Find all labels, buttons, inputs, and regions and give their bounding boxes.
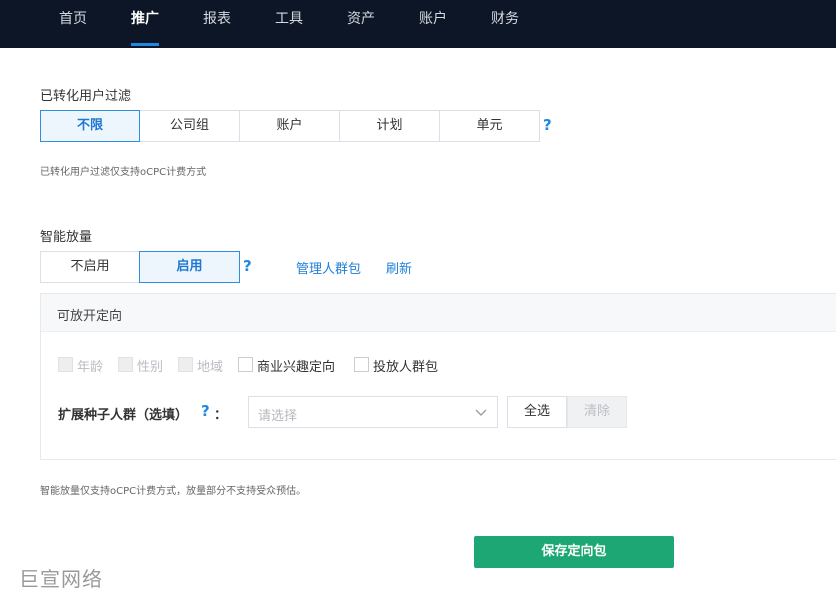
converted-filter-title: 已转化用户过滤 [40,89,132,104]
checkbox-gender-label: 性别 [137,360,164,375]
select-placeholder: 请选择 [258,409,298,424]
converted-filter-hint: 已转化用户过滤仅支持oCPC计费方式 [40,167,207,178]
clear-button: 清除 [567,396,627,428]
manage-audience-link[interactable]: 管理人群包 [296,258,361,277]
top-nav-bar: 首页 推广 报表 工具 资产 账户 财务 [0,0,836,48]
checkbox-region-label: 地域 [197,360,224,375]
smart-expansion-hint: 智能放量仅支持oCPC计费方式，放量部分不支持受众预估。 [40,486,307,497]
checkbox-business-interest[interactable] [238,357,253,372]
panel-title: 可放开定向 [57,309,123,324]
nav-item-account[interactable]: 账户 [408,0,458,48]
nav-item-promotion[interactable]: 推广 [120,0,170,48]
checkbox-age-label: 年龄 [77,360,104,375]
checkbox-age [58,357,73,372]
checkbox-audience-package-label[interactable]: 投放人群包 [373,356,438,375]
panel-header: 可放开定向 [41,294,836,332]
watermark-logo-text: 巨宣网络 [19,567,103,591]
filter-option-company-group[interactable]: 公司组 [139,110,240,142]
smart-expansion-help-icon[interactable]: ? [243,257,252,275]
converted-filter-help-icon[interactable]: ? [543,116,552,134]
save-targeting-package-button[interactable]: 保存定向包 [474,536,674,568]
chevron-down-icon [475,409,487,416]
nav-item-tools[interactable]: 工具 [264,0,314,48]
checkbox-region [178,357,193,372]
filter-option-plan[interactable]: 计划 [339,110,440,142]
select-all-button[interactable]: 全选 [507,396,567,428]
expansion-option-enable[interactable]: 启用 [139,251,240,283]
checkbox-business-interest-label[interactable]: 商业兴趣定向 [257,356,335,375]
nav-item-reports[interactable]: 报表 [192,0,242,48]
expandable-targeting-panel: 可放开定向 年龄 性别 地域 商业兴趣定向 投放人群包 扩展种子人群（选填） ?… [40,293,836,460]
filter-option-account[interactable]: 账户 [239,110,340,142]
expansion-option-disable[interactable]: 不启用 [40,251,140,283]
checkbox-gender [118,357,133,372]
filter-option-unlimited[interactable]: 不限 [40,110,140,142]
nav-item-finance[interactable]: 财务 [480,0,530,48]
filter-option-unit[interactable]: 单元 [439,110,540,142]
checkbox-audience-package[interactable] [354,357,369,372]
seed-audience-help-icon[interactable]: ? [201,402,210,420]
refresh-link[interactable]: 刷新 [386,258,412,277]
nav-item-assets[interactable]: 资产 [336,0,386,48]
seed-audience-select[interactable]: 请选择 [248,396,498,428]
seed-audience-label: 扩展种子人群（选填） [58,408,189,423]
smart-expansion-title: 智能放量 [40,230,93,245]
seed-audience-colon: ： [214,408,228,423]
nav-item-home[interactable]: 首页 [48,0,98,48]
